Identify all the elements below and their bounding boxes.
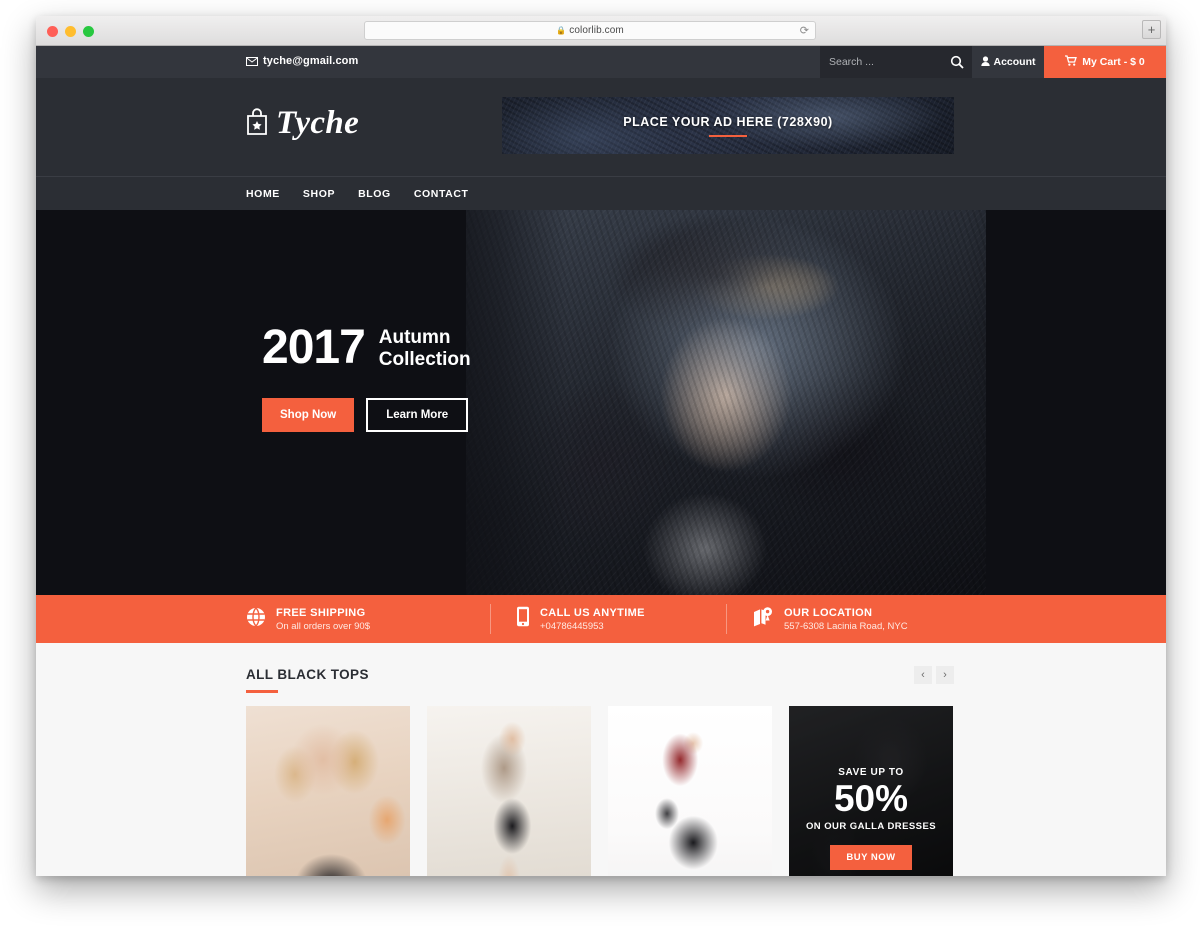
product-card[interactable] [608, 706, 772, 876]
site-logo-text: Tyche [276, 105, 360, 141]
feature-desc: 557-6308 Lacinia Road, NYC [784, 620, 908, 632]
main-navigation: HOME SHOP BLOG CONTACT [36, 176, 1166, 210]
ad-banner-text: PLACE YOUR AD HERE (728X90) [623, 114, 833, 129]
contact-email[interactable]: tyche@gmail.com [246, 55, 358, 67]
cart-label: My Cart - $ 0 [1082, 56, 1145, 68]
hero-title-row: 2017 Autumn Collection [262, 324, 471, 372]
map-pin-icon [752, 606, 774, 632]
feature-title: OUR LOCATION [784, 606, 873, 619]
feature-title: FREE SHIPPING [276, 606, 366, 619]
hero-subtitle: Autumn Collection [379, 324, 471, 371]
carousel-next-button[interactable]: › [936, 666, 954, 684]
hero-banner: 2017 Autumn Collection Shop Now Learn Mo… [36, 210, 1166, 595]
carousel-prev-button[interactable]: ‹ [914, 666, 932, 684]
search-box[interactable] [820, 46, 972, 78]
products-section: ALL BLACK TOPS ‹ › SAVE UP TO 50% ON OUR… [36, 643, 1166, 876]
promo-top-text: SAVE UP TO [838, 766, 904, 778]
promo-discount: 50% [833, 777, 909, 819]
feature-bar: FREE SHIPPING On all orders over 90$ CAL… [36, 595, 1166, 643]
site-logo[interactable]: Tyche [246, 105, 359, 142]
address-bar[interactable]: 🔒 colorlib.com ⟳ [364, 21, 816, 40]
promo-card[interactable]: SAVE UP TO 50% ON OUR GALLA DRESSES BUY … [789, 706, 953, 876]
feature-text-group: OUR LOCATION 557-6308 Lacinia Road, NYC [784, 607, 908, 632]
product-card[interactable] [246, 706, 410, 876]
close-window-button[interactable] [47, 26, 58, 37]
feature-title: CALL US ANYTIME [540, 606, 645, 619]
phone-icon [516, 606, 530, 632]
feature-our-location: OUR LOCATION 557-6308 Lacinia Road, NYC [726, 604, 966, 634]
feature-call-us: CALL US ANYTIME +04786445953 [490, 604, 726, 634]
feature-free-shipping: FREE SHIPPING On all orders over 90$ [246, 604, 490, 634]
window-controls [47, 26, 94, 37]
page-viewport: tyche@gmail.com Account [36, 46, 1166, 876]
shop-now-button[interactable]: Shop Now [262, 398, 355, 432]
hero-year: 2017 [262, 321, 366, 374]
globe-icon [246, 607, 266, 632]
hero-content: 2017 Autumn Collection Shop Now Learn Mo… [262, 324, 471, 432]
account-button[interactable]: Account [972, 46, 1044, 78]
account-label: Account [993, 56, 1036, 68]
cart-button[interactable]: My Cart - $ 0 [1044, 46, 1166, 78]
hero-buttons: Shop Now Learn More [262, 398, 471, 432]
maximize-window-button[interactable] [83, 26, 94, 37]
learn-more-button[interactable]: Learn More [366, 398, 469, 432]
site-header: Tyche PLACE YOUR AD HERE (728X90) [36, 78, 1166, 176]
search-icon[interactable] [950, 55, 964, 69]
feature-desc: +04786445953 [540, 620, 604, 632]
hero-gradient-right [966, 210, 1166, 595]
promo-bottom-text: ON OUR GALLA DRESSES [805, 821, 937, 833]
carousel-navigation: ‹ › [914, 666, 954, 684]
product-card[interactable] [427, 706, 591, 876]
cart-icon [1065, 55, 1078, 69]
browser-window: 🔒 colorlib.com ⟳ + tyche@gmail.com Searc… [36, 16, 1166, 876]
minimize-window-button[interactable] [65, 26, 76, 37]
nav-item-shop[interactable]: SHOP [303, 188, 335, 200]
section-header: ALL BLACK TOPS [246, 667, 369, 693]
utility-topbar: tyche@gmail.com Account [36, 46, 1166, 78]
shopping-bag-star-icon [246, 107, 268, 140]
feature-desc: On all orders over 90$ [276, 620, 370, 632]
envelope-icon [246, 56, 258, 66]
ad-banner-underline [709, 134, 747, 137]
reload-icon[interactable]: ⟳ [800, 24, 809, 38]
topbar-actions: Account My Cart - $ 0 [820, 46, 1166, 78]
section-underline [246, 690, 278, 693]
contact-email-text: tyche@gmail.com [263, 55, 359, 67]
product-grid: SAVE UP TO 50% ON OUR GALLA DRESSES BUY … [246, 706, 953, 876]
page-title: ALL BLACK TOPS [246, 667, 369, 682]
feature-text-group: CALL US ANYTIME +04786445953 [540, 607, 645, 632]
ad-banner[interactable]: PLACE YOUR AD HERE (728X90) [502, 97, 954, 154]
feature-text-group: FREE SHIPPING On all orders over 90$ [276, 607, 370, 632]
nav-item-home[interactable]: HOME [246, 188, 280, 200]
hero-subtitle-line1: Autumn [378, 327, 451, 348]
url-text: colorlib.com [569, 25, 624, 36]
buy-now-button[interactable]: BUY NOW [830, 845, 912, 871]
user-icon [980, 55, 990, 69]
nav-items: HOME SHOP BLOG CONTACT [246, 177, 469, 211]
hero-subtitle-line2: Collection [378, 349, 471, 371]
nav-item-contact[interactable]: CONTACT [414, 188, 469, 200]
lock-icon: 🔒 [556, 26, 567, 35]
promo-overlay: SAVE UP TO 50% ON OUR GALLA DRESSES BUY … [789, 706, 953, 876]
new-tab-button[interactable]: + [1142, 20, 1161, 39]
browser-chrome: 🔒 colorlib.com ⟳ + [36, 16, 1166, 46]
nav-item-blog[interactable]: BLOG [358, 188, 391, 200]
url-text-group: 🔒 colorlib.com [556, 25, 624, 36]
search-input[interactable] [829, 56, 947, 68]
